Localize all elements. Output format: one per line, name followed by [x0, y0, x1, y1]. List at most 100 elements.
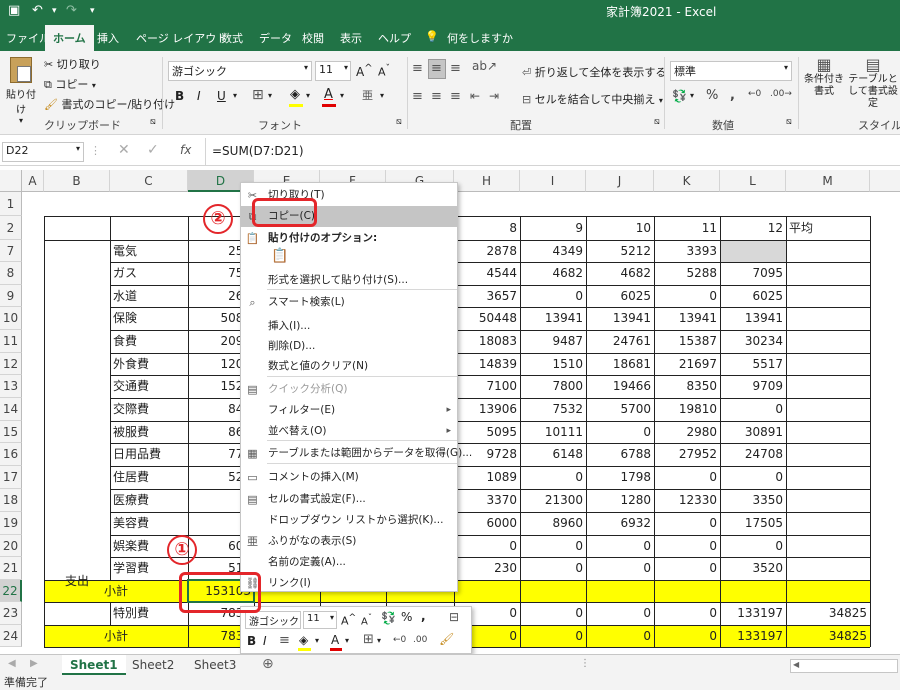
row-header[interactable]: 17: [0, 466, 22, 489]
name-box[interactable]: D22 ▾: [2, 142, 84, 162]
table-cell[interactable]: 特別費: [110, 602, 188, 625]
scroll-left-icon[interactable]: ◀: [8, 658, 16, 669]
table-cell[interactable]: 0: [586, 421, 654, 443]
dialog-launcher-icon[interactable]: ⧅: [150, 117, 156, 127]
wrap-text-button[interactable]: ⏎ 折り返して全体を表示する: [522, 64, 666, 80]
merge-center-button[interactable]: ⊟ セルを結合して中央揃え ▾: [522, 91, 663, 107]
table-cell[interactable]: 10: [586, 216, 654, 240]
table-cell[interactable]: 8350: [654, 375, 720, 398]
bold-button[interactable]: B: [175, 89, 184, 103]
table-cell[interactable]: 5517: [720, 353, 786, 375]
select-all-corner[interactable]: [0, 170, 22, 192]
align-top-icon[interactable]: ≡: [412, 61, 423, 76]
mini-size-select[interactable]: 11 ▾: [303, 611, 337, 629]
table-cell[interactable]: 0: [654, 625, 720, 647]
context-menu-item[interactable]: 亜ふりがなの表示(S): [241, 531, 457, 552]
table-cell[interactable]: 6025: [720, 285, 786, 307]
row-header[interactable]: 23: [0, 602, 22, 625]
table-cell[interactable]: 保険: [110, 307, 188, 330]
row-header[interactable]: 9: [0, 285, 22, 307]
accounting-format-icon[interactable]: 💱: [672, 89, 687, 103]
table-cell[interactable]: 17505: [720, 512, 786, 535]
table-cell[interactable]: 4349: [520, 240, 586, 262]
format-as-table-button[interactable]: ▤ テーブルとして書式設定: [846, 55, 900, 115]
tab-view[interactable]: 表示: [340, 30, 362, 46]
table-cell[interactable]: 12330: [654, 489, 720, 512]
table-cell[interactable]: 24708: [720, 443, 786, 466]
formula-input[interactable]: =SUM(D7:D21): [212, 144, 304, 158]
comma-style-icon[interactable]: ,: [421, 609, 426, 623]
number-format-select[interactable]: 標準 ▾: [670, 61, 792, 81]
table-cell[interactable]: ガス: [110, 262, 188, 285]
row-header[interactable]: 8: [0, 262, 22, 285]
table-cell[interactable]: 18681: [586, 353, 654, 375]
column-header[interactable]: K: [654, 170, 720, 192]
table-cell[interactable]: 10111: [520, 421, 586, 443]
context-menu-item[interactable]: 数式と値のクリア(N): [241, 356, 457, 377]
context-menu-item[interactable]: フィルター(E) ▸: [241, 400, 457, 421]
tab-review[interactable]: 校閲: [302, 30, 324, 46]
align-center-icon[interactable]: ≡: [431, 89, 442, 104]
table-cell[interactable]: 0: [520, 625, 586, 647]
table-cell[interactable]: 4682: [520, 262, 586, 285]
font-size-select[interactable]: 11 ▾: [315, 61, 351, 81]
table-cell[interactable]: 13941: [586, 307, 654, 330]
row-header[interactable]: 20: [0, 535, 22, 557]
table-cell[interactable]: 1089: [454, 466, 520, 489]
table-cell[interactable]: 0: [520, 557, 586, 580]
table-cell[interactable]: 133197: [720, 602, 786, 625]
chevron-down-icon[interactable]: ▾: [306, 91, 310, 100]
table-cell[interactable]: 0: [454, 535, 520, 557]
increase-font-icon[interactable]: A^: [341, 612, 356, 628]
increase-decimal-icon[interactable]: ←0: [748, 89, 761, 99]
table-cell[interactable]: 27952: [654, 443, 720, 466]
row-header[interactable]: 22: [0, 580, 22, 602]
row-header[interactable]: 7: [0, 240, 22, 262]
increase-font-icon[interactable]: A^: [356, 63, 373, 79]
table-cell[interactable]: 0: [654, 535, 720, 557]
chevron-down-icon[interactable]: ▾: [268, 91, 272, 100]
table-cell[interactable]: 30234: [720, 330, 786, 353]
context-menu-item[interactable]: ドロップダウン リストから選択(K)...: [241, 510, 457, 531]
context-menu-item[interactable]: 📋: [241, 246, 457, 267]
row-header[interactable]: 2: [0, 216, 22, 240]
tab-help[interactable]: ヘルプ: [378, 30, 411, 46]
chevron-down-icon[interactable]: ▾: [377, 636, 381, 645]
table-cell[interactable]: 6788: [586, 443, 654, 466]
chevron-down-icon[interactable]: ▾: [690, 91, 694, 100]
decrease-decimal-icon[interactable]: .00: [413, 635, 427, 645]
italic-button[interactable]: I: [197, 89, 201, 103]
table-cell[interactable]: 21300: [520, 489, 586, 512]
add-sheet-icon[interactable]: ⊕: [262, 656, 274, 672]
phonetic-icon[interactable]: 亜: [362, 87, 373, 103]
row-header[interactable]: 1: [0, 192, 22, 216]
table-cell[interactable]: 8: [454, 216, 520, 240]
tab-insert[interactable]: 挿入: [97, 30, 119, 46]
table-cell[interactable]: 小計: [44, 625, 188, 647]
table-cell[interactable]: 0: [520, 285, 586, 307]
table-cell[interactable]: 6148: [520, 443, 586, 466]
borders-icon[interactable]: ⊞: [363, 632, 374, 647]
align-right-icon[interactable]: ≡: [450, 89, 461, 104]
column-header[interactable]: B: [44, 170, 110, 192]
paste-button[interactable]: 貼り付け ▾: [4, 55, 38, 125]
indent-increase-icon[interactable]: ⇥: [489, 89, 499, 103]
row-header[interactable]: 14: [0, 398, 22, 421]
decrease-decimal-icon[interactable]: .00→: [770, 89, 792, 99]
font-color-icon[interactable]: A: [331, 633, 339, 647]
horizontal-scrollbar[interactable]: ◀: [790, 659, 898, 673]
table-cell[interactable]: 15387: [654, 330, 720, 353]
table-cell[interactable]: 30891: [720, 421, 786, 443]
percent-icon[interactable]: %: [401, 610, 412, 624]
align-middle-icon[interactable]: ≡: [431, 61, 442, 76]
table-cell[interactable]: 水道: [110, 285, 188, 307]
table-cell[interactable]: 食費: [110, 330, 188, 353]
indent-decrease-icon[interactable]: ⇤: [470, 89, 480, 103]
table-cell[interactable]: 平均: [786, 216, 870, 240]
align-center-icon[interactable]: ≡: [279, 633, 290, 648]
table-cell[interactable]: 7100: [454, 375, 520, 398]
dialog-launcher-icon[interactable]: ⧅: [396, 117, 402, 127]
column-header[interactable]: L: [720, 170, 786, 192]
table-cell[interactable]: 21697: [654, 353, 720, 375]
table-cell[interactable]: 3370: [454, 489, 520, 512]
